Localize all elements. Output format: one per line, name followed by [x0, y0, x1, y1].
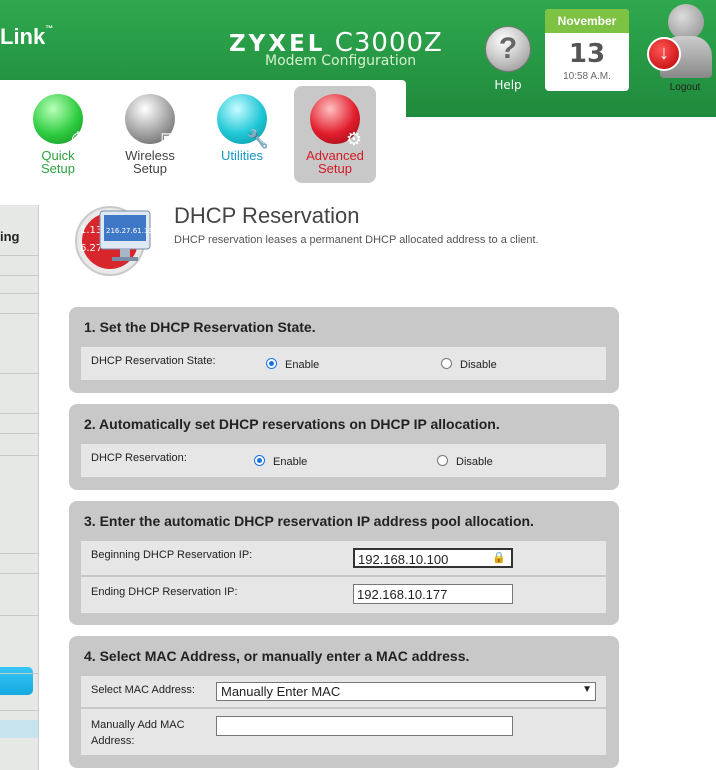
- svg-text:6.27: 6.27: [80, 243, 102, 254]
- nav-utilities[interactable]: 🔧 Utilities: [202, 94, 282, 162]
- field-label: DHCP Reservation:: [91, 452, 187, 464]
- section-title: 2. Automatically set DHCP reservations o…: [84, 416, 500, 432]
- sidebar-divider: [0, 373, 38, 374]
- radio-label: Disable: [456, 456, 493, 468]
- chevron-down-icon: ▼: [582, 684, 592, 695]
- sidebar-divider: [0, 673, 38, 674]
- help-label: Help: [494, 78, 522, 92]
- form-row: Manually Add MAC Address:: [81, 709, 606, 755]
- sidebar-divider: [0, 255, 38, 256]
- auto-enable-radio[interactable]: [254, 455, 265, 466]
- nav-label-line1: Utilities: [221, 148, 263, 163]
- begin-ip-input[interactable]: 192.168.10.100 🔒: [353, 548, 513, 568]
- field-label: DHCP Reservation State:: [91, 355, 216, 367]
- section-mac-address: 4. Select MAC Address, or manually enter…: [69, 636, 619, 768]
- field-label: Manually Add MAC Address:: [91, 719, 185, 747]
- sidebar-divider: [0, 433, 38, 434]
- svg-text:1.13: 1.13: [80, 225, 102, 236]
- dhcp-reservation-icon: 1.13 6.27 216.27.61.137: [75, 206, 154, 276]
- date-widget: November 13 10:58 A.M.: [545, 9, 629, 91]
- logout-icon: ↓: [647, 37, 681, 71]
- nav-label-line2: Setup: [133, 161, 167, 176]
- user-avatar-icon: [668, 4, 704, 40]
- svg-text:216.27.61.137: 216.27.61.137: [106, 227, 154, 235]
- wireless-setup-icon: ▣: [125, 94, 177, 148]
- sidebar-divider: [0, 313, 38, 314]
- sidebar-divider: [0, 573, 38, 574]
- sidebar-highlight-item[interactable]: [0, 720, 38, 738]
- state-enable-radio[interactable]: [266, 358, 277, 369]
- radio-label: Enable: [273, 456, 308, 468]
- sidebar-divider: [0, 275, 38, 276]
- section-reservation-state: 1. Set the DHCP Reservation State. DHCP …: [69, 307, 619, 393]
- form-row: Select MAC Address: Manually Enter MAC ▼: [81, 676, 606, 707]
- header-subtitle: Modem Configuration: [265, 53, 417, 69]
- nav-label-line2: Setup: [41, 161, 75, 176]
- help-icon: ?: [485, 26, 531, 72]
- main-nav: ⏱ Quick Setup ▣ Wireless Setup 🔧 Utiliti…: [0, 80, 406, 192]
- nav-advanced-setup[interactable]: ⚙ Advanced Setup: [294, 86, 376, 183]
- nav-wireless-setup[interactable]: ▣ Wireless Setup: [110, 94, 190, 175]
- form-row: DHCP Reservation: Enable Disable: [81, 444, 606, 477]
- sidebar-title: ing: [0, 229, 20, 244]
- form-row: Beginning DHCP Reservation IP: 192.168.1…: [81, 541, 606, 575]
- sidebar-divider: [0, 293, 38, 294]
- section-auto-reservation: 2. Automatically set DHCP reservations o…: [69, 404, 619, 490]
- section-ip-pool: 3. Enter the automatic DHCP reservation …: [69, 501, 619, 625]
- radio-label: Enable: [285, 359, 320, 371]
- brand-logo: Link™: [0, 24, 54, 49]
- field-label: Ending DHCP Reservation IP:: [91, 586, 238, 598]
- sidebar-divider: [0, 455, 38, 456]
- manual-mac-input[interactable]: [216, 716, 513, 736]
- form-row: DHCP Reservation State: Enable Disable: [81, 347, 606, 380]
- sidebar-divider: [0, 413, 38, 414]
- quick-setup-icon: ⏱: [33, 94, 85, 148]
- advanced-setup-icon: ⚙: [310, 94, 362, 148]
- page-description: DHCP reservation leases a permanent DHCP…: [174, 234, 539, 246]
- section-title: 3. Enter the automatic DHCP reservation …: [84, 513, 534, 529]
- sidebar-divider: [0, 710, 38, 711]
- mac-address-select[interactable]: Manually Enter MAC ▼: [216, 682, 596, 701]
- sidebar: ing: [0, 205, 39, 770]
- page-title: DHCP Reservation: [174, 203, 360, 228]
- date-month: November: [545, 9, 629, 33]
- nav-label-line2: Setup: [318, 161, 352, 176]
- logout-label: Logout: [669, 82, 701, 93]
- help-button[interactable]: ? Help: [485, 26, 531, 92]
- date-time: 10:58 A.M.: [563, 71, 611, 82]
- end-ip-input[interactable]: 192.168.10.177: [353, 584, 513, 604]
- state-disable-radio[interactable]: [441, 358, 452, 369]
- field-label: Select MAC Address:: [91, 684, 195, 696]
- radio-label: Disable: [460, 359, 497, 371]
- section-title: 4. Select MAC Address, or manually enter…: [84, 648, 470, 664]
- form-row: Ending DHCP Reservation IP: 192.168.10.1…: [81, 577, 606, 613]
- utilities-icon: 🔧: [217, 94, 269, 148]
- sidebar-divider: [0, 553, 38, 554]
- sidebar-active-item[interactable]: [0, 667, 33, 695]
- password-manager-icon[interactable]: 🔒: [492, 551, 506, 564]
- date-day: 13: [568, 39, 606, 69]
- section-title: 1. Set the DHCP Reservation State.: [84, 319, 316, 335]
- auto-disable-radio[interactable]: [437, 455, 448, 466]
- field-label: Beginning DHCP Reservation IP:: [91, 549, 253, 561]
- sidebar-divider: [0, 615, 38, 616]
- nav-quick-setup[interactable]: ⏱ Quick Setup: [18, 94, 98, 175]
